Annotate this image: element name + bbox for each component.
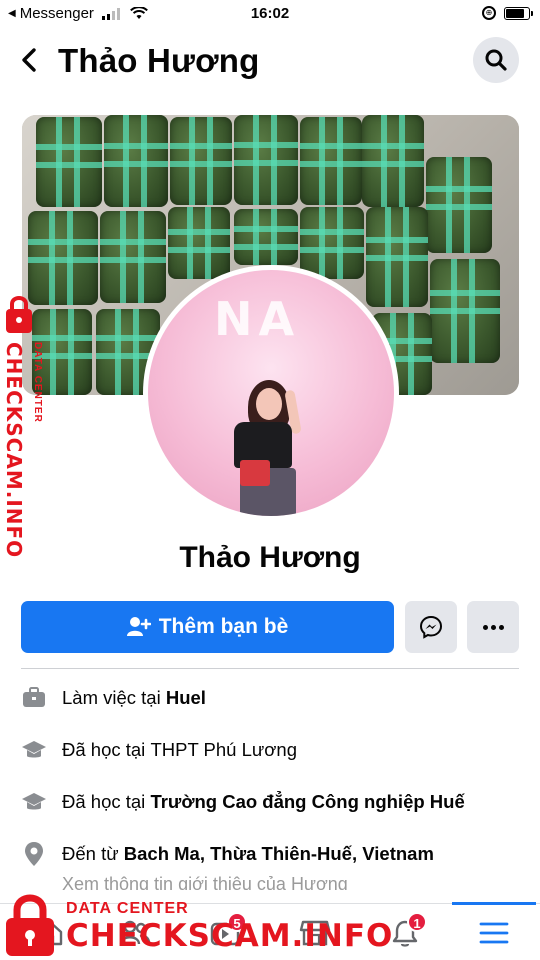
orientation-lock-icon: ⊕ xyxy=(482,6,496,20)
avatar-image: NA xyxy=(148,270,394,516)
intro-work: Làm việc tại Huel xyxy=(21,683,206,713)
notifications-badge: 1 xyxy=(407,912,427,932)
padlock-icon xyxy=(6,894,54,956)
watermark-vertical: CHECKSCAM.INFO DATA CENTER xyxy=(0,290,58,558)
intro-studied-1: Đã học tại THPT Phú Lương xyxy=(21,735,297,765)
profile-name: Thảo Hương xyxy=(179,541,361,574)
section-divider xyxy=(21,668,519,669)
battery-icon xyxy=(504,6,533,20)
chevron-left-icon xyxy=(22,48,36,72)
watermark-bottom: DATA CENTER CHECKSCAM.INFO xyxy=(0,888,392,960)
intro-from-place[interactable]: Bach Ma, Thừa Thiên-Huế, Vietnam xyxy=(124,843,434,865)
add-friend-label: Thêm bạn bè xyxy=(158,615,289,638)
graduation-cap-icon xyxy=(21,737,47,763)
watermark-brand: CHECKSCAM.INFO xyxy=(66,918,394,954)
more-button[interactable] xyxy=(467,601,519,653)
active-tab-indicator xyxy=(452,902,536,905)
intro-work-place[interactable]: Huel xyxy=(166,687,206,709)
back-button[interactable] xyxy=(16,44,44,76)
nav-menu[interactable] xyxy=(464,910,524,956)
intro-from: Đến từ Bach Ma, Thừa Thiên-Huế, Vietnam xyxy=(21,839,434,869)
intro-studied-2: Đã học tại Trường Cao đẳng Công nghiệp H… xyxy=(21,787,465,817)
briefcase-icon xyxy=(21,685,47,711)
watermark-brand: CHECKSCAM.INFO xyxy=(2,342,26,559)
intro-studied-1-prefix: Đã học tại xyxy=(62,739,146,760)
page-title: Thảo Hương xyxy=(58,42,260,79)
messenger-button[interactable] xyxy=(405,601,457,653)
watermark-tagline: DATA CENTER xyxy=(66,900,189,917)
messenger-icon xyxy=(419,615,443,639)
intro-studied-1-place: THPT Phú Lương xyxy=(150,739,297,760)
watermark-tagline: DATA CENTER xyxy=(32,342,43,423)
neon-sign-text: NA xyxy=(214,292,301,346)
profile-picture[interactable]: NA xyxy=(143,265,399,521)
add-friend-button[interactable]: Thêm bạn bè xyxy=(21,601,394,653)
menu-icon xyxy=(479,922,509,944)
location-pin-icon xyxy=(21,841,47,867)
status-bar: ◀ Messenger 16:02 ⊕ xyxy=(0,0,540,28)
intro-studied-2-place[interactable]: Trường Cao đẳng Công nghiệp Huế xyxy=(150,791,464,813)
intro-work-prefix: Làm việc tại xyxy=(62,687,161,708)
intro-from-prefix: Đến từ xyxy=(62,843,119,864)
profile-header: Thảo Hương xyxy=(0,36,540,86)
search-button[interactable] xyxy=(473,37,519,83)
more-dots-icon xyxy=(482,624,488,630)
padlock-icon xyxy=(6,296,32,333)
graduation-cap-icon xyxy=(21,789,47,815)
add-person-icon xyxy=(126,617,151,636)
intro-studied-2-prefix: Đã học tại xyxy=(62,791,146,812)
status-time: 16:02 xyxy=(250,5,290,22)
search-icon xyxy=(485,49,507,71)
